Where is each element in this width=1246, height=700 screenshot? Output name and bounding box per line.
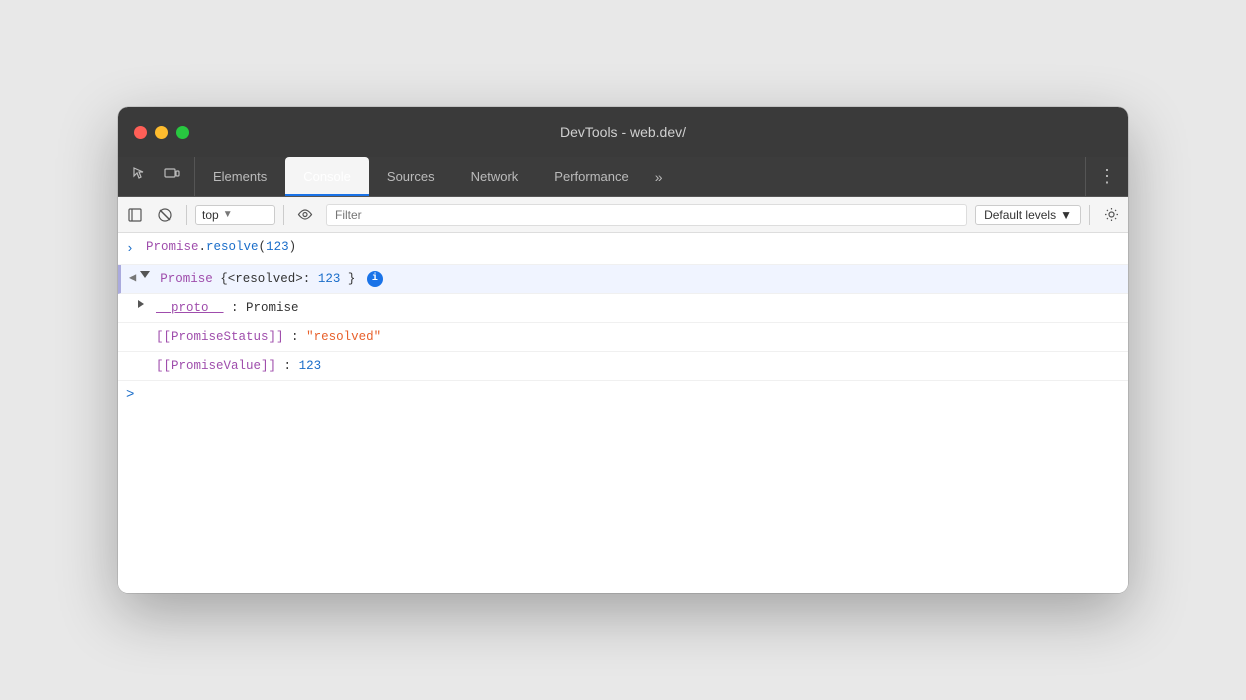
value-key: [[PromiseValue]] (156, 359, 276, 373)
value-indicator (138, 356, 152, 358)
device-toolbar-icon[interactable] (160, 162, 184, 191)
console-prompt-input[interactable] (140, 388, 1120, 402)
toolbar-divider-3 (1089, 205, 1090, 225)
maximize-button[interactable] (176, 126, 189, 139)
window-controls (134, 126, 189, 139)
tab-elements[interactable]: Elements (195, 157, 285, 196)
proto-expand[interactable] (138, 298, 152, 308)
tabbar: Elements Console Sources Network Perform… (118, 157, 1128, 197)
console-input-text: Promise.resolve(123) (146, 237, 1120, 257)
eye-filter-button[interactable] (292, 202, 318, 228)
tab-network[interactable]: Network (453, 157, 537, 196)
proto-text: __proto__ : Promise (156, 298, 1120, 318)
more-tabs-button[interactable]: » (647, 157, 671, 196)
levels-arrow-icon: ▼ (1060, 208, 1072, 222)
tab-performance[interactable]: Performance (536, 157, 646, 196)
triangle-down-icon (140, 271, 150, 278)
inspect-icon[interactable] (128, 162, 152, 191)
resolved-value: 123 (318, 272, 341, 286)
promise-value-text: [[PromiseValue]] : 123 (156, 356, 1120, 376)
promise-status-line: [[PromiseStatus]] : "resolved" (118, 323, 1128, 352)
clear-console-button[interactable] (152, 202, 178, 228)
console-output-line: ◀ Promise {<resolved>: 123 } i (118, 265, 1128, 294)
console-output-text: Promise {<resolved>: 123 } i (160, 269, 1120, 289)
devtools-menu-button[interactable]: ⋮ (1085, 157, 1128, 196)
back-arrow-icon: ◀ (129, 269, 136, 288)
triangle-right-icon (138, 300, 144, 308)
toolbar-divider-2 (283, 205, 284, 225)
proto-line: __proto__ : Promise (118, 294, 1128, 323)
tabbar-icons (118, 157, 195, 196)
status-value: "resolved" (306, 330, 381, 344)
status-key: [[PromiseStatus]] (156, 330, 284, 344)
dropdown-arrow-icon: ▼ (223, 209, 233, 220)
prompt-line[interactable]: > (118, 381, 1128, 409)
info-badge[interactable]: i (367, 271, 383, 287)
promise-label: Promise (160, 272, 213, 286)
settings-button[interactable] (1098, 202, 1124, 228)
promise-value-line: [[PromiseValue]] : 123 (118, 352, 1128, 381)
minimize-button[interactable] (155, 126, 168, 139)
tabs: Elements Console Sources Network Perform… (195, 157, 1085, 196)
code-keyword: Promise (146, 240, 199, 254)
sidebar-toggle-button[interactable] (122, 202, 148, 228)
code-method: resolve (206, 240, 259, 254)
prompt-caret: > (126, 387, 134, 403)
devtools-window: DevTools - web.dev/ Elements Console (118, 107, 1128, 593)
context-selector[interactable]: top ▼ (195, 205, 275, 225)
close-button[interactable] (134, 126, 147, 139)
console-toolbar: top ▼ Default levels ▼ (118, 197, 1128, 233)
toolbar-divider-1 (186, 205, 187, 225)
console-area: › Promise.resolve(123) ◀ Promise {<resol… (118, 233, 1128, 593)
tab-console[interactable]: Console (285, 157, 369, 196)
value-number: 123 (299, 359, 322, 373)
filter-input[interactable] (326, 204, 967, 226)
window-title: DevTools - web.dev/ (560, 124, 686, 140)
input-indicator: › (126, 237, 140, 260)
proto-key[interactable]: __proto__ (156, 301, 224, 315)
promise-status-text: [[PromiseStatus]] : "resolved" (156, 327, 1120, 347)
status-indicator (138, 327, 152, 329)
console-input-line: › Promise.resolve(123) (118, 233, 1128, 265)
titlebar: DevTools - web.dev/ (118, 107, 1128, 157)
code-number: 123 (266, 240, 289, 254)
log-levels-dropdown[interactable]: Default levels ▼ (975, 205, 1081, 225)
expand-indicator[interactable] (140, 269, 154, 278)
tab-sources[interactable]: Sources (369, 157, 453, 196)
